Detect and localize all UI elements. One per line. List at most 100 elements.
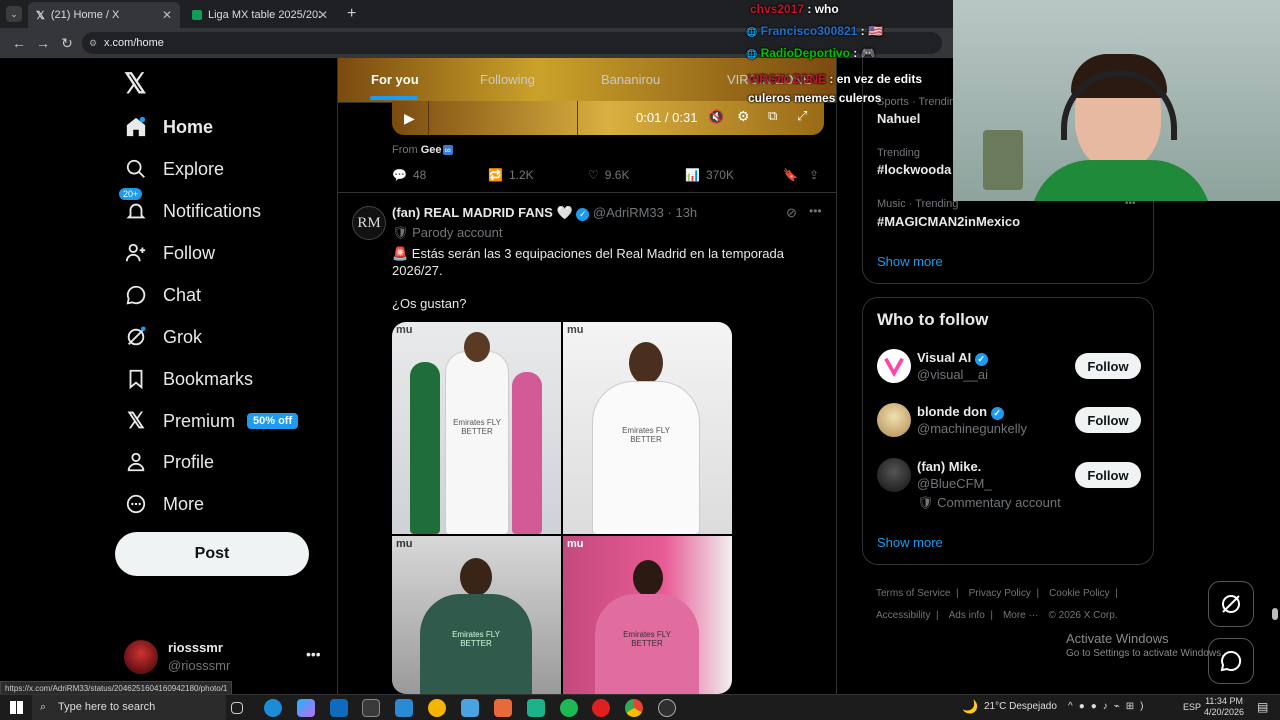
like-stat[interactable]: ♡ 9.6K xyxy=(588,168,629,182)
nav-label: Bookmarks xyxy=(163,368,254,389)
language-indicator[interactable]: ESP xyxy=(1183,702,1201,712)
scrollbar-thumb[interactable] xyxy=(1272,608,1278,620)
follow-user-name[interactable]: (fan) Mike. xyxy=(917,459,981,474)
video-progress-track[interactable] xyxy=(428,101,578,135)
photo-1[interactable]: mu Emirates FLY BETTER xyxy=(392,322,561,534)
browser-tab-liga-mx[interactable]: Liga MX table 2025/2026 - Clas ✕ xyxy=(184,2,336,28)
account-switcher[interactable]: riosssmr @riosssmr ••• xyxy=(124,638,324,674)
back-icon[interactable]: ← xyxy=(12,35,26,51)
tab-bananirou[interactable]: Bananirou xyxy=(601,72,660,87)
tab-list-button[interactable]: ⌄ xyxy=(6,6,22,22)
trend-name[interactable]: #MAGICMAN2inMexico xyxy=(877,214,1020,229)
player-figure xyxy=(446,352,508,534)
clock[interactable]: 11:34 PM 4/20/2026 xyxy=(1204,696,1244,718)
footer-link[interactable]: Cookie Policy xyxy=(1049,588,1110,599)
post-avatar[interactable]: RM xyxy=(352,206,386,240)
windows-start-icon[interactable] xyxy=(10,701,23,714)
follow-button[interactable]: Follow xyxy=(1075,353,1141,379)
verified-icon: ✓ xyxy=(576,208,590,221)
nav-notifications[interactable]: Notifications 20+ xyxy=(118,187,261,229)
follow-user-name[interactable]: Visual AI ✓ xyxy=(917,350,988,366)
avatar[interactable] xyxy=(877,403,911,437)
new-tab-button[interactable]: + xyxy=(347,5,356,23)
edge-icon[interactable] xyxy=(264,699,282,717)
app-icon[interactable] xyxy=(494,699,512,717)
verified-icon: ✓ xyxy=(974,353,988,366)
footer-link[interactable]: More ··· xyxy=(1003,610,1039,621)
photo-4[interactable]: mu Emirates FLY BETTER xyxy=(563,536,732,694)
notification-center-icon[interactable]: ▤ xyxy=(1257,700,1268,714)
weather-text[interactable]: 21°C Despejado xyxy=(984,701,1057,712)
weather-icon[interactable]: 🌙 xyxy=(962,699,978,715)
app-icon[interactable] xyxy=(461,699,479,717)
kit-sponsor-text: Emirates FLY BETTER xyxy=(452,630,500,648)
show-more-link[interactable]: Show more xyxy=(877,535,943,550)
close-tab-icon[interactable]: ✕ xyxy=(318,8,328,22)
store-icon[interactable] xyxy=(362,699,380,717)
follow-button[interactable]: Follow xyxy=(1075,407,1141,433)
photo-3[interactable]: mu Emirates FLY BETTER xyxy=(392,536,561,694)
fullscreen-icon[interactable]: ⤢ xyxy=(797,108,807,124)
tab-following[interactable]: Following xyxy=(480,72,535,87)
post-time[interactable]: 13h xyxy=(675,205,697,220)
vscode-icon[interactable] xyxy=(395,699,413,717)
nav-follow[interactable]: Follow xyxy=(124,235,215,271)
nav-chat[interactable]: Chat xyxy=(124,277,201,313)
grok-floating-button[interactable] xyxy=(1208,581,1254,627)
post-author-handle[interactable]: @AdriRM33 xyxy=(593,205,664,220)
task-view-icon[interactable] xyxy=(231,702,243,714)
show-more-link[interactable]: Show more xyxy=(877,254,943,269)
bookmark-icon[interactable]: 🔖 xyxy=(783,168,798,182)
copilot-icon[interactable] xyxy=(297,699,315,717)
grok-icon[interactable]: ⊘ xyxy=(786,205,797,221)
repost-stat[interactable]: 🔁 1.2K xyxy=(488,168,534,182)
avatar[interactable] xyxy=(877,458,911,492)
avatar[interactable] xyxy=(877,349,911,383)
forward-icon[interactable]: → xyxy=(36,35,50,51)
chrome-icon[interactable] xyxy=(625,699,643,717)
more-horizontal-icon[interactable]: ••• xyxy=(306,646,321,662)
views-stat[interactable]: 📊 370K xyxy=(685,168,734,182)
x-logo[interactable]: 𝕏 xyxy=(124,67,147,100)
footer-link[interactable]: Terms of Service xyxy=(876,588,950,599)
settings-icon[interactable]: ⚙ xyxy=(737,108,750,125)
nav-profile[interactable]: Profile xyxy=(124,444,214,480)
chrome-beta-icon[interactable] xyxy=(428,699,446,717)
picture-in-picture-icon[interactable]: ⧉ xyxy=(768,108,777,124)
reload-icon[interactable]: ↻ xyxy=(60,35,74,52)
tab-for-you[interactable]: For you xyxy=(371,72,419,87)
share-icon[interactable]: ⇪ xyxy=(809,168,819,182)
footer-link[interactable]: Accessibility xyxy=(876,610,930,621)
mute-icon[interactable]: 🔇 xyxy=(708,109,724,125)
nav-bookmarks[interactable]: Bookmarks xyxy=(124,361,253,397)
taskbar-search-box[interactable]: ⌕ Type here to search xyxy=(32,695,226,720)
post-author-name[interactable]: (fan) REAL MADRID FANS xyxy=(392,205,553,220)
photo-2[interactable]: mu Emirates FLY BETTER xyxy=(563,322,732,534)
nav-premium[interactable]: 𝕏 Premium 50% off xyxy=(124,403,299,439)
nav-more[interactable]: More xyxy=(124,486,204,522)
opera-icon[interactable] xyxy=(592,699,610,717)
trend-name[interactable]: Nahuel xyxy=(877,111,920,126)
tray-icons[interactable]: ^●●♪⌁⊞) xyxy=(1068,701,1150,712)
video-source-name[interactable]: Gee xyxy=(421,144,442,156)
obs-icon[interactable] xyxy=(658,699,676,717)
nav-label: Follow xyxy=(163,242,216,263)
footer-link[interactable]: Ads info xyxy=(949,610,985,621)
spotify-icon[interactable] xyxy=(560,699,578,717)
follow-button[interactable]: Follow xyxy=(1075,462,1141,488)
close-tab-icon[interactable]: ✕ xyxy=(162,8,172,22)
browser-tab-x-home[interactable]: 𝕏 (21) Home / X ✕ xyxy=(28,2,180,28)
app-icon[interactable] xyxy=(527,699,545,717)
nav-home[interactable]: Home xyxy=(124,109,213,145)
post-button[interactable]: Post xyxy=(115,532,309,576)
reply-stat[interactable]: 💬 48 xyxy=(392,168,426,182)
trend-name[interactable]: #lockwooda xyxy=(877,162,951,177)
nav-grok[interactable]: Grok xyxy=(124,319,202,355)
play-icon[interactable]: ▶ xyxy=(404,110,415,127)
video-time: 0:01 / 0:31 xyxy=(636,110,698,125)
follow-user-name[interactable]: blonde don ✓ xyxy=(917,404,1004,420)
post-more-icon[interactable]: ••• xyxy=(809,204,822,218)
nav-explore[interactable]: Explore xyxy=(124,151,224,187)
mail-icon[interactable] xyxy=(330,699,348,717)
footer-link[interactable]: Privacy Policy xyxy=(969,588,1031,599)
